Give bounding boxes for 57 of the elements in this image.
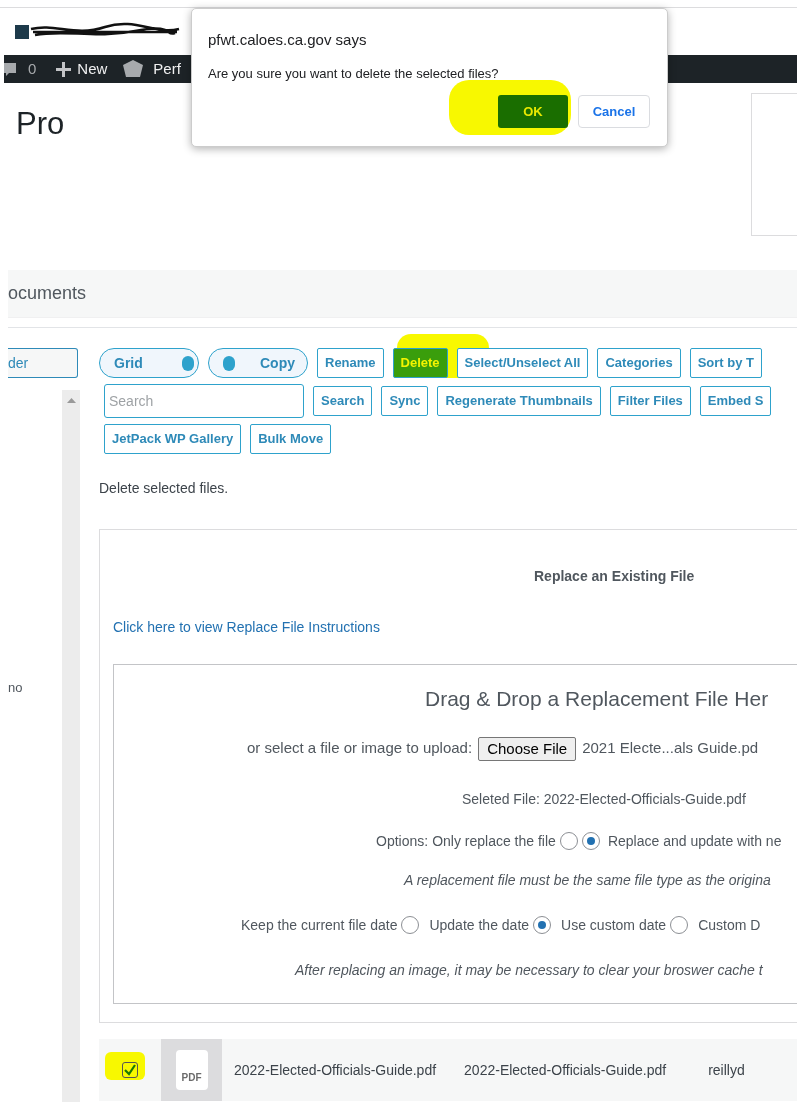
chosen-file-name: 2021 Electe...als Guide.pd bbox=[582, 738, 759, 759]
toolbar-button[interactable]: Delete bbox=[392, 348, 448, 378]
folder-button[interactable]: der bbox=[8, 348, 78, 378]
radio-button[interactable] bbox=[670, 916, 689, 934]
date-option-label: Use custom date bbox=[561, 915, 667, 935]
highlight-mark bbox=[105, 1052, 145, 1080]
status-message: Delete selected files. bbox=[99, 479, 230, 498]
toolbar-button[interactable]: Rename bbox=[317, 348, 384, 378]
upload-label: or select a file or image to upload: bbox=[247, 738, 473, 759]
drop-title: Drag & Drop a Replacement File Her bbox=[425, 686, 770, 712]
instructions-link[interactable]: Click here to view Replace File Instructions bbox=[113, 617, 380, 638]
custom-date-label: Custom D bbox=[698, 915, 761, 935]
toolbar-button[interactable]: Categories bbox=[597, 348, 681, 378]
date-option-label: Update the date bbox=[429, 915, 530, 935]
toolbar-button[interactable]: Select/Unselect All bbox=[456, 348, 589, 378]
radio-button[interactable] bbox=[401, 916, 420, 934]
option-label: Replace and update with ne bbox=[607, 831, 782, 851]
plus-icon[interactable] bbox=[56, 61, 72, 77]
selected-file: Seleted File: 2022-Elected-Officials-Guide.pdf bbox=[462, 789, 747, 809]
toggle-switch[interactable]: Grid bbox=[99, 348, 199, 378]
pdf-file-icon: PDF bbox=[175, 1050, 208, 1090]
dialog-button[interactable]: Cancel bbox=[578, 95, 650, 128]
toolbar-button[interactable]: Embed S bbox=[699, 386, 772, 416]
radio-button[interactable] bbox=[581, 832, 600, 850]
file-row[interactable]: PDF 2022-Elected-Officials-Guide.pdf 2022-Elected-Officials-Guide.pdf reillyd bbox=[99, 1039, 797, 1101]
file-name: 2022-Elected-Officials-Guide.pdf bbox=[464, 1060, 667, 1080]
page-title: Pro bbox=[15, 105, 65, 143]
comment-icon[interactable] bbox=[4, 61, 16, 77]
search-field[interactable]: Search bbox=[104, 384, 304, 418]
checkbox[interactable] bbox=[122, 1062, 138, 1078]
section-title: ocuments bbox=[8, 282, 87, 305]
new-menu[interactable]: New bbox=[77, 57, 108, 81]
file-title: 2022-Elected-Officials-Guide.pdf bbox=[234, 1060, 437, 1080]
toolbar-button[interactable]: Regenerate Thumbnails bbox=[437, 386, 601, 416]
file-owner: reillyd bbox=[708, 1060, 745, 1080]
toolbar-button[interactable]: Filter Files bbox=[609, 386, 691, 416]
date-option-label: Keep the current file date bbox=[241, 915, 398, 935]
options-label: Options: bbox=[376, 831, 429, 851]
radio-button[interactable] bbox=[559, 832, 578, 850]
option-label: Only replace the file bbox=[432, 831, 556, 851]
performance-menu[interactable]: Perf bbox=[153, 57, 181, 81]
dialog-button[interactable]: OK bbox=[498, 95, 568, 128]
toolbar-button[interactable]: Sort by T bbox=[689, 348, 762, 378]
toggle-switch[interactable]: Copy bbox=[208, 348, 308, 378]
toolbar-button[interactable]: JetPack WP Gallery bbox=[104, 424, 242, 454]
choose-file-button[interactable]: Choose File bbox=[478, 736, 577, 761]
dialog-title: pfwt.caloes.ca.gov says bbox=[208, 30, 368, 50]
type-note: A replacement file must be the same file type as the origina bbox=[404, 870, 772, 890]
comment-count[interactable]: 0 bbox=[28, 57, 37, 81]
panel-title: Replace an Existing File bbox=[534, 567, 696, 586]
toolbar-button[interactable]: Sync bbox=[381, 386, 429, 416]
toolbar-button[interactable]: Search bbox=[313, 386, 373, 416]
folder-label: no bbox=[8, 679, 23, 697]
radio-button[interactable] bbox=[533, 916, 552, 934]
dialog-message: Are you sure you want to delete the selected files? bbox=[208, 64, 500, 83]
cache-note: After replacing an image, it may be necessary to clear your broswer cache t bbox=[295, 960, 764, 980]
toolbar-button[interactable]: Bulk Move bbox=[250, 424, 332, 454]
